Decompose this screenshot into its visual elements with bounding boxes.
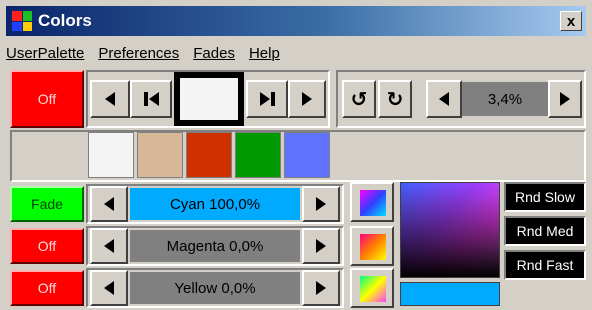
redo-button[interactable]: ↻ <box>378 80 412 118</box>
left-arrow-icon <box>105 92 115 106</box>
next-button[interactable] <box>288 80 326 118</box>
skip-back-icon <box>143 92 159 106</box>
window-title: Colors <box>38 11 92 30</box>
yellow-decrease-button[interactable] <box>90 270 128 306</box>
close-button[interactable]: x <box>560 11 582 31</box>
main-off-label: Off <box>37 91 57 107</box>
gradient-warm-icon <box>360 234 386 260</box>
menu-fades[interactable]: Fades <box>193 45 235 62</box>
zoom-increase-button[interactable] <box>548 80 582 118</box>
left-arrow-icon <box>104 197 114 211</box>
cyan-label: Cyan 100,0% <box>169 195 261 213</box>
current-color-bar <box>400 282 500 306</box>
skip-forward-icon <box>259 92 275 106</box>
palette-swatch-2[interactable] <box>137 132 183 178</box>
left-arrow-icon <box>439 92 449 106</box>
rnd-fast-label: Rnd Fast <box>516 257 574 273</box>
current-swatch[interactable] <box>180 78 238 120</box>
palette-swatch-4[interactable] <box>235 132 281 178</box>
yellow-label: Yellow 0,0% <box>174 279 256 297</box>
cyan-increase-button[interactable] <box>302 186 340 222</box>
magenta-increase-button[interactable] <box>302 228 340 264</box>
yellow-off-label: Off <box>37 280 57 296</box>
title-bar: Colors <box>6 6 586 36</box>
rnd-fast-button[interactable]: Rnd Fast <box>504 250 586 280</box>
app-logo-icon <box>12 11 32 31</box>
palette-swatch-5[interactable] <box>284 132 330 178</box>
color-field[interactable] <box>400 182 500 278</box>
zoom-value[interactable]: 3,4% <box>462 82 548 116</box>
rnd-med-label: Rnd Med <box>516 223 574 239</box>
right-arrow-icon <box>560 92 570 106</box>
magenta-label: Magenta 0,0% <box>166 237 264 255</box>
rnd-slow-button[interactable]: Rnd Slow <box>504 182 586 212</box>
zoom-decrease-button[interactable] <box>426 80 462 118</box>
left-arrow-icon <box>104 281 114 295</box>
menu-bar: UserPalette Preferences Fades Help <box>6 40 294 66</box>
redo-icon: ↻ <box>386 88 404 111</box>
yellow-increase-button[interactable] <box>302 270 340 306</box>
palette-swatch-1[interactable] <box>88 132 134 178</box>
right-arrow-icon <box>316 239 326 253</box>
main-off-toggle[interactable]: Off <box>10 70 84 128</box>
magenta-slider[interactable]: Magenta 0,0% <box>130 230 300 262</box>
magenta-off-toggle[interactable]: Off <box>10 228 84 264</box>
magenta-off-label: Off <box>37 238 57 254</box>
magenta-decrease-button[interactable] <box>90 228 128 264</box>
undo-button[interactable]: ↺ <box>342 80 376 118</box>
fade-toggle[interactable]: Fade <box>10 186 84 222</box>
right-arrow-icon <box>302 92 312 106</box>
current-swatch-frame <box>174 72 244 126</box>
menu-help[interactable]: Help <box>249 45 280 62</box>
last-button[interactable] <box>246 80 288 118</box>
left-arrow-icon <box>104 239 114 253</box>
rnd-med-button[interactable]: Rnd Med <box>504 216 586 246</box>
first-button[interactable] <box>130 80 172 118</box>
cyan-slider[interactable]: Cyan 100,0% <box>130 188 300 220</box>
gradient-mode-1-button[interactable] <box>350 182 394 222</box>
cyan-decrease-button[interactable] <box>90 186 128 222</box>
yellow-off-toggle[interactable]: Off <box>10 270 84 306</box>
fade-label: Fade <box>31 196 63 212</box>
gradient-green-icon <box>360 276 386 302</box>
gradient-mode-3-button[interactable] <box>350 268 394 308</box>
rnd-slow-label: Rnd Slow <box>515 189 575 205</box>
right-arrow-icon <box>316 281 326 295</box>
right-arrow-icon <box>316 197 326 211</box>
palette-swatch-3[interactable] <box>186 132 232 178</box>
gradient-mode-2-button[interactable] <box>350 226 394 266</box>
menu-userpalette[interactable]: UserPalette <box>6 45 84 62</box>
yellow-slider[interactable]: Yellow 0,0% <box>130 272 300 304</box>
menu-preferences[interactable]: Preferences <box>98 45 179 62</box>
undo-icon: ↺ <box>350 88 368 111</box>
gradient-blue-icon <box>360 190 386 216</box>
prev-button[interactable] <box>90 80 130 118</box>
zoom-value-label: 3,4% <box>487 90 523 108</box>
